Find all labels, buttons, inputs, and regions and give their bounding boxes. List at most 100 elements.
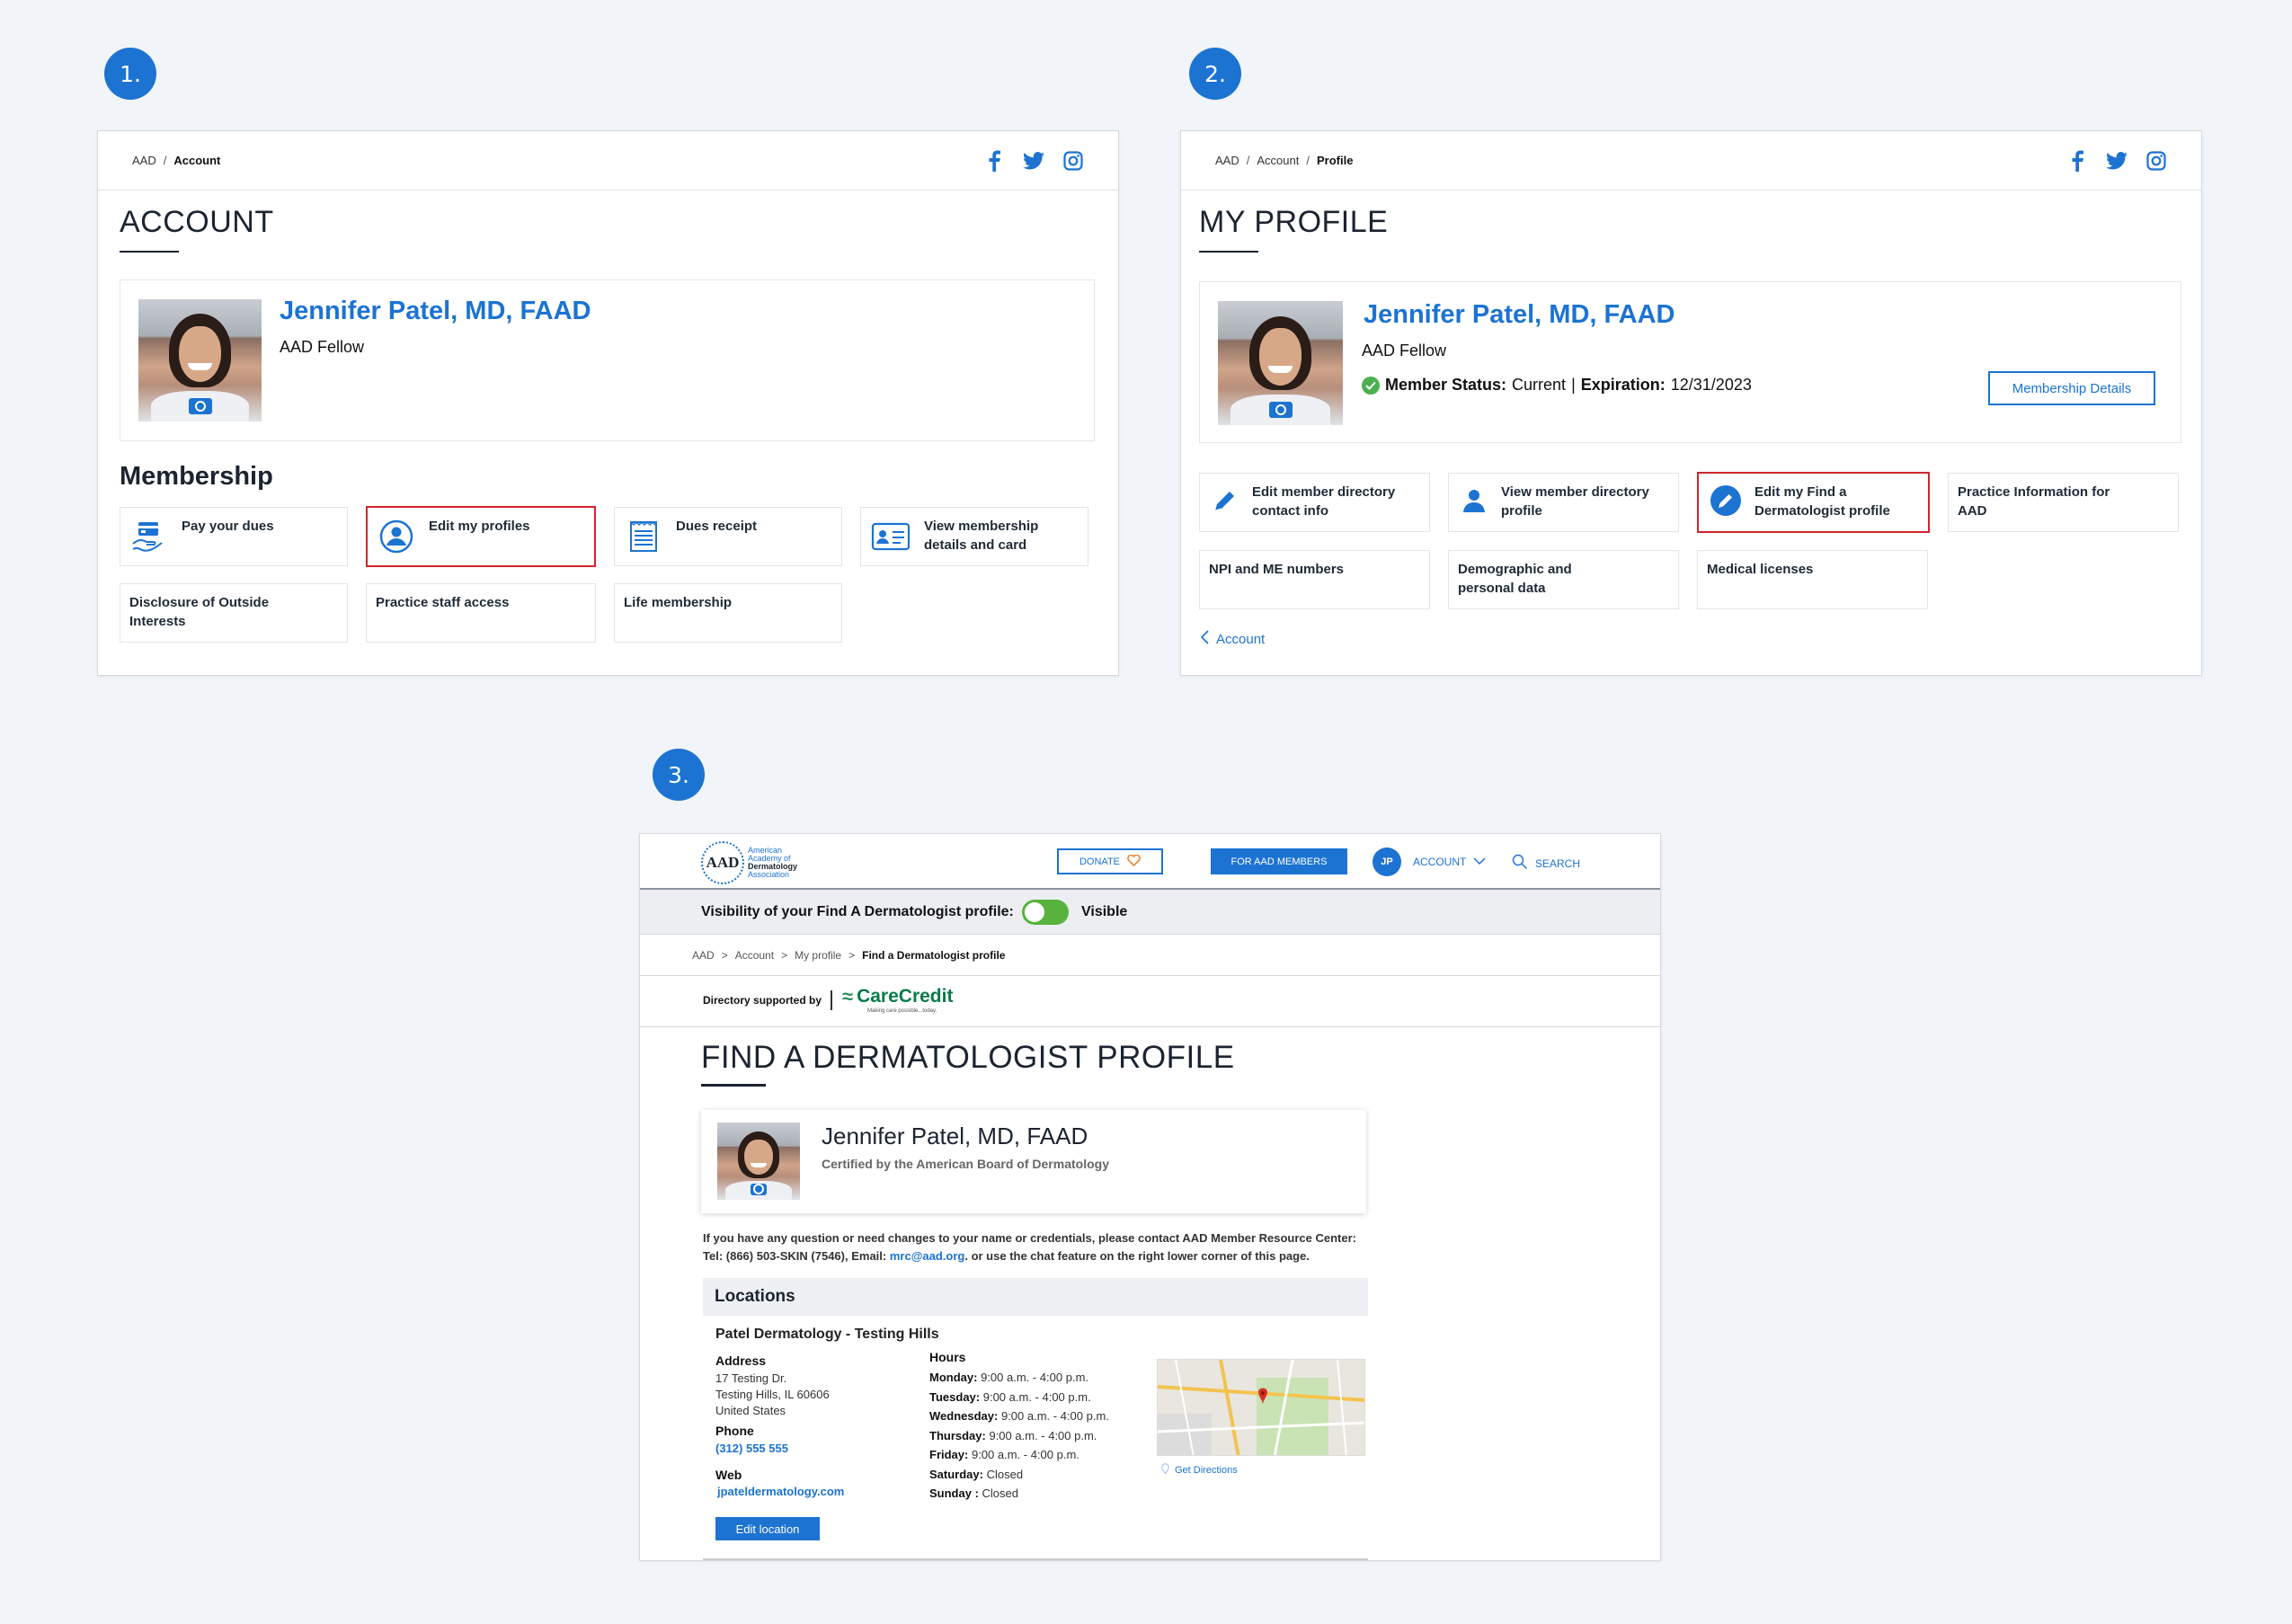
camera-icon[interactable]: [188, 397, 212, 414]
breadcrumb-link-aad[interactable]: AAD: [132, 154, 156, 167]
get-directions-label: Get Directions: [1175, 1464, 1238, 1476]
aad-logo[interactable]: AAD American Academy of Dermatology Associa…: [701, 841, 797, 884]
profile-card: Jennifer Patel, MD, FAAD Certified by th…: [701, 1110, 1366, 1213]
camera-icon[interactable]: [751, 1183, 767, 1195]
visibility-label: Visibility of your Find A Dermatologist …: [701, 904, 1014, 919]
hours-row: Wednesday: 9:00 a.m. - 4:00 p.m.: [929, 1409, 1109, 1423]
tile-label: Edit my Find a Dermatologist profile: [1755, 484, 1890, 519]
aad-logo-mark: AAD: [701, 841, 744, 884]
hours-row: Sunday : Closed: [929, 1486, 1018, 1500]
avatar[interactable]: [717, 1123, 800, 1200]
receipt-icon: [624, 517, 663, 556]
breadcrumb: AAD > Account > My profile > Find a Dermato…: [692, 949, 1006, 962]
step-2-marker: 2.: [1189, 48, 1241, 100]
back-link-label: Account: [1216, 631, 1266, 647]
get-directions-link[interactable]: Get Directions: [1161, 1463, 1238, 1477]
page-title: FIND A DERMATOLOGIST PROFILE: [701, 1040, 1235, 1075]
search-link[interactable]: SEARCH: [1512, 854, 1580, 873]
twitter-icon[interactable]: [2106, 150, 2128, 172]
tile-label: View membership details and card: [924, 519, 1039, 553]
phone-link[interactable]: (312) 555 555: [715, 1442, 788, 1455]
instagram-icon[interactable]: [1062, 150, 1084, 172]
chevron-left-icon: [1200, 630, 1209, 648]
disclosure-tile[interactable]: Disclosure of Outside Interests: [120, 583, 348, 643]
edit-find-dermatologist-tile[interactable]: Edit my Find a Dermatologist profile: [1697, 472, 1930, 533]
practice-information-tile[interactable]: Practice Information for AAD: [1948, 473, 2179, 532]
my-profile-panel: AAD / Account / Profile MY PROFILE Jennife…: [1180, 130, 2202, 676]
member-title: AAD Fellow: [1362, 342, 1447, 359]
locations-heading: Locations: [715, 1287, 795, 1306]
contact-line-1: If you have any question or need changes…: [703, 1231, 1356, 1245]
breadcrumb-link-my-profile[interactable]: My profile: [795, 949, 841, 962]
carecredit-logo[interactable]: ≈ CareCredit Making care possible...toda…: [842, 985, 954, 1014]
step-3-marker: 3.: [653, 749, 705, 801]
pencil-icon: [1209, 483, 1241, 519]
edit-profiles-tile[interactable]: Edit my profiles: [366, 506, 596, 567]
member-status-row: Member Status: Current | Expiration: 12/…: [1362, 376, 1752, 395]
carecredit-name: CareCredit: [857, 986, 954, 1007]
hours-label: Hours: [929, 1350, 966, 1364]
profile-card: Jennifer Patel, MD, FAAD AAD Fellow: [120, 280, 1095, 441]
status-value: Current: [1512, 376, 1567, 394]
pay-dues-tile[interactable]: Pay your dues: [120, 507, 348, 566]
back-to-account-link[interactable]: Account: [1200, 630, 1266, 648]
avatar[interactable]: [1218, 301, 1343, 425]
title-underline: [1199, 251, 1258, 253]
certification: Certified by the American Board of Derma…: [822, 1157, 1109, 1171]
dues-receipt-tile[interactable]: Dues receipt: [614, 507, 842, 566]
step-1-marker: 1.: [104, 48, 156, 100]
expiration-label: Expiration:: [1580, 376, 1666, 394]
life-membership-tile[interactable]: Life membership: [614, 583, 842, 643]
tile-label: Medical licenses: [1707, 562, 1814, 577]
membership-details-button[interactable]: Membership Details: [1988, 371, 2155, 405]
contact-line-2: Tel: (866) 503-SKIN (7546), Email: mrc@a…: [703, 1249, 1310, 1263]
edit-directory-contact-tile[interactable]: Edit member directory contact info: [1199, 473, 1430, 532]
divider: [831, 990, 832, 1010]
contact-info: If you have any question or need changes…: [703, 1229, 1404, 1265]
breadcrumb: AAD / Account: [132, 154, 221, 167]
breadcrumb-link-aad[interactable]: AAD: [1215, 154, 1239, 167]
location-map[interactable]: [1157, 1359, 1365, 1456]
donate-button[interactable]: DONATE: [1057, 848, 1163, 874]
heart-icon: [1127, 854, 1141, 869]
camera-icon[interactable]: [1268, 401, 1293, 418]
twitter-icon[interactable]: [1023, 150, 1044, 172]
medical-licenses-tile[interactable]: Medical licenses: [1697, 550, 1928, 609]
pencil-circle-icon: [1708, 483, 1744, 519]
breadcrumb-link-aad[interactable]: AAD: [692, 949, 715, 962]
top-bar: AAD / Account: [98, 131, 1118, 191]
breadcrumb-link-account[interactable]: Account: [735, 949, 774, 962]
email-link[interactable]: mrc@aad.org: [890, 1249, 964, 1263]
tile-label: Demographic and personal data: [1458, 562, 1572, 596]
account-menu[interactable]: ACCOUNT: [1413, 856, 1486, 868]
member-name: Jennifer Patel, MD, FAAD: [1364, 300, 1675, 329]
status-separator: |: [1571, 376, 1576, 394]
divider: [703, 1558, 1368, 1560]
location-name: Patel Dermatology - Testing Hills: [715, 1327, 939, 1342]
practice-staff-tile[interactable]: Practice staff access: [366, 583, 596, 643]
hours-row: Tuesday: 9:00 a.m. - 4:00 p.m.: [929, 1389, 1091, 1404]
title-underline: [120, 251, 179, 253]
view-membership-tile[interactable]: View membership details and card: [860, 507, 1088, 566]
facebook-icon[interactable]: [2066, 150, 2088, 172]
npi-me-numbers-tile[interactable]: NPI and ME numbers: [1199, 550, 1430, 609]
user-avatar-initials[interactable]: JP: [1373, 847, 1401, 876]
web-link[interactable]: jpateldermatology.com: [717, 1485, 844, 1498]
instagram-icon[interactable]: [2145, 150, 2167, 172]
donate-label: DONATE: [1079, 856, 1121, 867]
visibility-toggle[interactable]: [1022, 900, 1069, 925]
tile-label: Life membership: [624, 595, 733, 610]
phone-label: Phone: [715, 1424, 754, 1438]
visibility-state: Visible: [1081, 904, 1128, 919]
member-name: Jennifer Patel, MD, FAAD: [280, 297, 591, 325]
demographic-data-tile[interactable]: Demographic and personal data: [1448, 550, 1679, 609]
avatar[interactable]: [138, 299, 262, 422]
view-directory-profile-tile[interactable]: View member directory profile: [1448, 473, 1679, 532]
aad-logo-text: American Academy of Dermatology Association: [748, 846, 798, 879]
membership-heading: Membership: [120, 462, 273, 491]
for-aad-members-button[interactable]: FOR AAD MEMBERS: [1211, 848, 1347, 874]
breadcrumb-link-account[interactable]: Account: [1257, 154, 1299, 167]
facebook-icon[interactable]: [983, 150, 1005, 172]
edit-location-button[interactable]: Edit location: [715, 1517, 820, 1540]
site-header: AAD American Academy of Dermatology Associa…: [640, 834, 1660, 890]
